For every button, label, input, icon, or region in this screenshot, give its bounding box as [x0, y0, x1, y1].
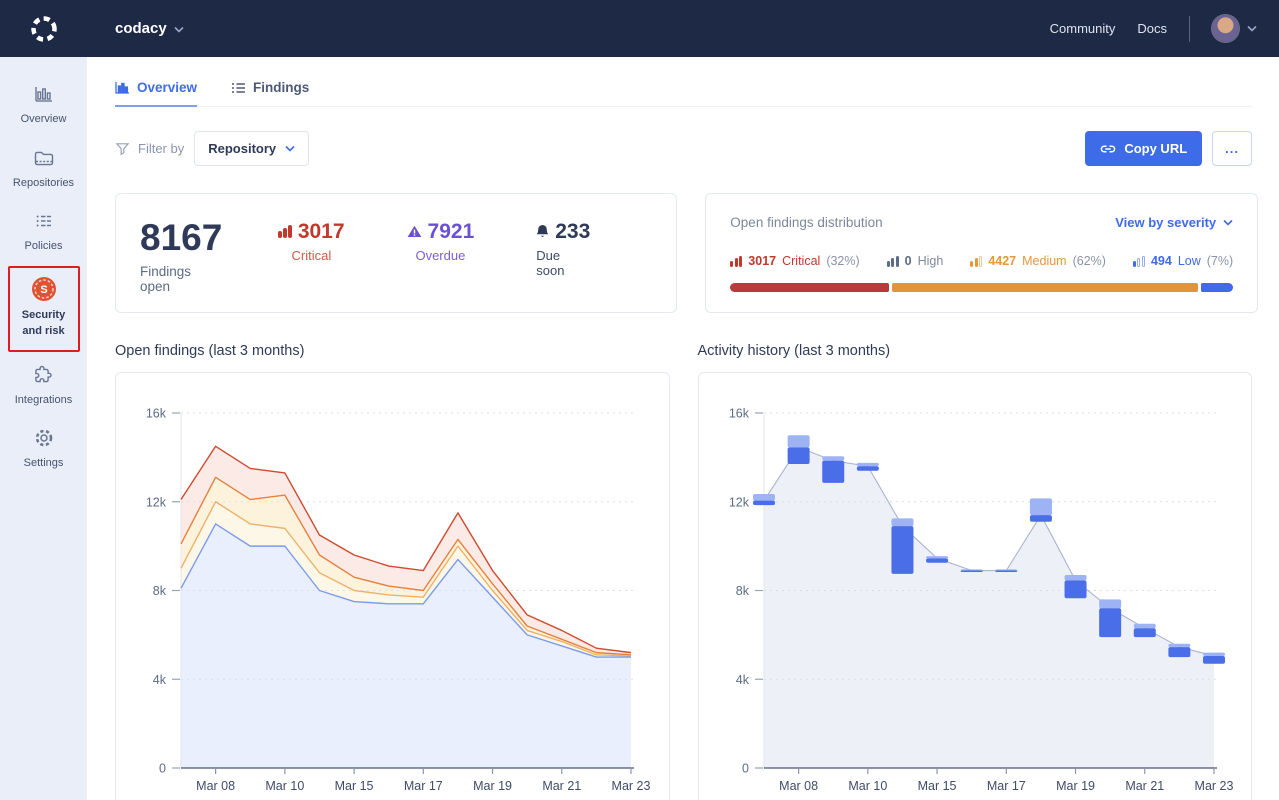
- stat-overdue: 7921 Overdue: [407, 219, 475, 263]
- security-badge-icon: S: [31, 276, 57, 302]
- svg-text:Mar 08: Mar 08: [196, 779, 235, 793]
- activity-history-chart: 0 4k 8k 12k 16k Mar 08 Mar 10 Mar 15 Mar 17 Mar 1…: [699, 373, 1253, 800]
- severity-bars-icon: [730, 256, 742, 267]
- legend-item-critical: 3017 Critical (32%): [730, 254, 859, 268]
- stat-critical: 3017 Critical: [278, 219, 344, 263]
- svg-text:Mar 17: Mar 17: [986, 779, 1025, 793]
- svg-text:Mar 08: Mar 08: [779, 779, 818, 793]
- funnel-icon: [115, 141, 130, 156]
- sidebar-item-repositories[interactable]: Repositories: [0, 137, 87, 201]
- findings-open-label: Findings open: [140, 264, 222, 294]
- active-item-annotation: S Security and risk: [8, 266, 80, 352]
- svg-text:16k: 16k: [728, 407, 749, 421]
- gear-icon: [32, 426, 56, 450]
- nav-divider: [1189, 16, 1190, 42]
- org-switcher[interactable]: codacy: [115, 20, 184, 37]
- severity-bars-icon: [1133, 256, 1145, 267]
- severity-bars-icon: [887, 256, 899, 267]
- top-navbar: codacy Community Docs: [0, 0, 1279, 57]
- svg-text:8k: 8k: [153, 584, 167, 598]
- sidebar-item-integrations[interactable]: Integrations: [0, 354, 87, 418]
- sidebar-item-overview[interactable]: Overview: [0, 73, 87, 137]
- svg-text:Mar 19: Mar 19: [473, 779, 512, 793]
- severity-legend: 3017 Critical (32%) 0 High 4427 Medium (…: [730, 254, 1233, 268]
- svg-text:Mar 23: Mar 23: [1194, 779, 1233, 793]
- filter-by-label: Filter by: [115, 141, 184, 156]
- severity-distribution-bar: [730, 283, 1233, 292]
- distribution-segment: [730, 283, 889, 292]
- sidebar: Overview Repositories Policies S Securit…: [0, 57, 87, 800]
- nav-link-docs[interactable]: Docs: [1137, 21, 1167, 36]
- svg-text:4k: 4k: [153, 673, 167, 687]
- sidebar-item-settings[interactable]: Settings: [0, 417, 87, 481]
- legend-item-low: 494 Low (7%): [1133, 254, 1233, 268]
- activity-history-chart-title: Activity history (last 3 months): [698, 343, 1253, 359]
- org-name: codacy: [115, 20, 167, 37]
- open-findings-chart-card: 0 4k 8k 12k 16k Mar 08 Mar 10 Mar 15 Mar 17 Mar 1…: [115, 372, 670, 800]
- link-icon: [1100, 143, 1116, 155]
- open-findings-distribution-card: Open findings distribution View by sever…: [705, 193, 1258, 313]
- copy-url-button[interactable]: Copy URL: [1085, 131, 1202, 166]
- tab-overview[interactable]: Overview: [115, 80, 197, 107]
- svg-text:0: 0: [742, 762, 749, 776]
- svg-text:8k: 8k: [735, 584, 749, 598]
- stat-due-soon: 233 Due soon: [536, 219, 590, 278]
- distribution-title: Open findings distribution: [730, 215, 882, 230]
- user-menu[interactable]: [1212, 15, 1257, 42]
- list-icon: [32, 209, 56, 233]
- svg-text:12k: 12k: [146, 495, 167, 509]
- findings-summary-card: 8167 Findings open 3017 Critical: [115, 193, 677, 313]
- chevron-down-icon: [1223, 219, 1233, 226]
- svg-text:Mar 19: Mar 19: [1056, 779, 1095, 793]
- open-findings-chart-title: Open findings (last 3 months): [115, 343, 670, 359]
- puzzle-icon: [32, 363, 56, 387]
- sidebar-item-policies[interactable]: Policies: [0, 200, 87, 264]
- avatar[interactable]: [1212, 15, 1239, 42]
- svg-text:S: S: [40, 284, 47, 296]
- bell-icon: [536, 224, 549, 239]
- bar-chart-icon: [115, 81, 130, 94]
- chevron-down-icon: [285, 145, 295, 152]
- warning-triangle-icon: [407, 225, 422, 238]
- folder-icon: [32, 146, 56, 170]
- svg-text:4k: 4k: [735, 673, 749, 687]
- tabs-bar: Overview Findings: [115, 57, 1252, 107]
- open-findings-chart: 0 4k 8k 12k 16k Mar 08 Mar 10 Mar 15 Mar 17 Mar 1…: [116, 373, 670, 800]
- repository-filter-dropdown[interactable]: Repository: [194, 131, 309, 166]
- chevron-down-icon: [1247, 25, 1257, 32]
- svg-text:Mar 23: Mar 23: [612, 779, 651, 793]
- more-actions-button[interactable]: ...: [1212, 131, 1252, 166]
- distribution-segment: [892, 283, 1198, 292]
- severity-bars-icon: [970, 256, 982, 267]
- view-by-severity-dropdown[interactable]: View by severity: [1115, 215, 1233, 230]
- activity-history-chart-card: 0 4k 8k 12k 16k Mar 08 Mar 10 Mar 15 Mar 17 Mar 1…: [698, 372, 1253, 800]
- svg-text:Mar 10: Mar 10: [848, 779, 887, 793]
- bar-chart-icon: [32, 82, 56, 106]
- svg-text:Mar 15: Mar 15: [917, 779, 956, 793]
- sidebar-item-security-and-risk[interactable]: S Security and risk: [10, 268, 78, 350]
- nav-link-community[interactable]: Community: [1050, 21, 1116, 36]
- svg-text:Mar 17: Mar 17: [404, 779, 443, 793]
- tab-findings[interactable]: Findings: [231, 80, 309, 107]
- distribution-segment: [1201, 283, 1233, 292]
- svg-text:Mar 15: Mar 15: [335, 779, 374, 793]
- severity-bars-icon: [278, 225, 292, 238]
- legend-item-high: 0 High: [887, 254, 944, 268]
- main-content: Overview Findings Filter by Repository: [87, 57, 1279, 800]
- codacy-logo-icon[interactable]: [0, 14, 87, 44]
- chevron-down-icon: [174, 26, 184, 33]
- list-icon: [231, 82, 246, 94]
- findings-open-value: 8167: [140, 219, 222, 256]
- svg-text:12k: 12k: [728, 495, 749, 509]
- svg-text:16k: 16k: [146, 407, 167, 421]
- svg-text:Mar 21: Mar 21: [1125, 779, 1164, 793]
- svg-text:0: 0: [159, 762, 166, 776]
- legend-item-medium: 4427 Medium (62%): [970, 254, 1106, 268]
- svg-text:Mar 21: Mar 21: [542, 779, 581, 793]
- findings-open-total: 8167 Findings open: [140, 219, 222, 294]
- filter-bar: Filter by Repository Copy URL ...: [115, 131, 1252, 166]
- svg-text:Mar 10: Mar 10: [265, 779, 304, 793]
